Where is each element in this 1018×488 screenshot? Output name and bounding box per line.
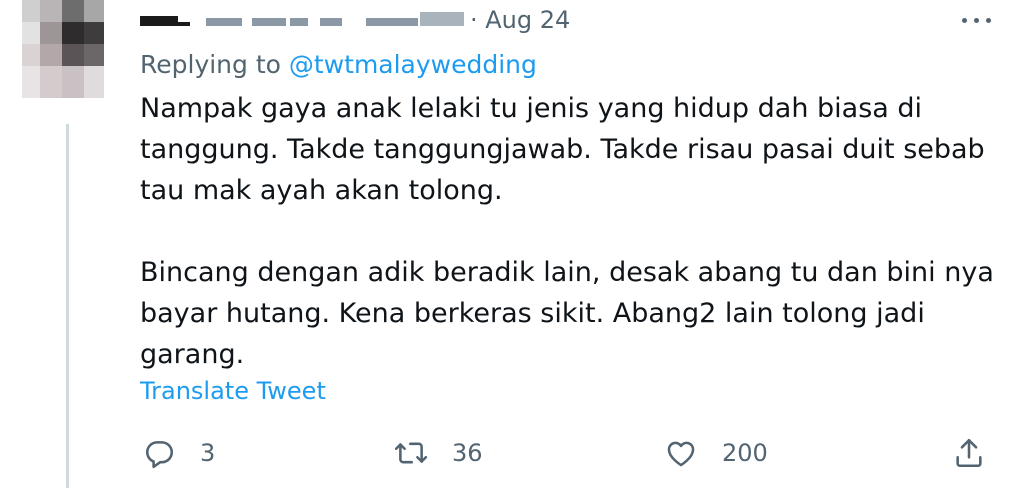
tweet-text: Nampak gaya anak lelaki tu jenis yang hi… bbox=[140, 88, 994, 375]
tweet-text-line: garang. bbox=[140, 339, 245, 370]
username-redacted[interactable] bbox=[420, 12, 464, 26]
username-redacted[interactable] bbox=[320, 18, 342, 26]
retweet-arrows-icon bbox=[394, 436, 428, 470]
tweet-text-line: Bincang dengan adik beradik lain, desak … bbox=[140, 257, 994, 288]
username-redacted[interactable] bbox=[252, 18, 286, 26]
reply-bubble-icon bbox=[142, 436, 176, 470]
username-redacted[interactable] bbox=[290, 18, 308, 26]
tweet-text-line: Nampak gaya anak lelaki tu jenis yang hi… bbox=[140, 93, 923, 124]
reply-count: 3 bbox=[200, 439, 216, 467]
thread-connector-line bbox=[66, 124, 69, 488]
tweet-text-line: bayar hutang. Kena berkeras sikit. Abang… bbox=[140, 298, 925, 329]
avatar[interactable] bbox=[22, 0, 104, 98]
tweet-action-bar: 3 36 200 bbox=[140, 430, 1000, 476]
heart-icon bbox=[664, 436, 698, 470]
tweet-text-line: tau mak ayah akan tolong. bbox=[140, 175, 503, 206]
like-count: 200 bbox=[722, 439, 768, 467]
share-upload-icon bbox=[952, 436, 986, 470]
share-button[interactable] bbox=[952, 430, 986, 476]
display-name-redacted[interactable] bbox=[140, 16, 178, 26]
retweet-button[interactable]: 36 bbox=[394, 430, 483, 476]
replying-to-handle-link[interactable]: @twtmalaywedding bbox=[289, 50, 537, 79]
reply-button[interactable]: 3 bbox=[142, 430, 215, 476]
tweet-date[interactable]: · Aug 24 bbox=[470, 6, 570, 34]
replying-to: Replying to @twtmalaywedding bbox=[140, 50, 537, 79]
like-button[interactable]: 200 bbox=[664, 430, 768, 476]
username-redacted[interactable] bbox=[206, 18, 242, 26]
retweet-count: 36 bbox=[452, 439, 483, 467]
more-horizontal-icon[interactable] bbox=[960, 10, 994, 30]
tweet-header: · Aug 24 bbox=[140, 4, 980, 38]
display-name-redacted[interactable] bbox=[178, 22, 190, 26]
translate-tweet-link[interactable]: Translate Tweet bbox=[140, 377, 326, 405]
tweet-text-line: tanggung. Takde tanggungjawab. Takde ris… bbox=[140, 134, 985, 165]
username-redacted[interactable] bbox=[366, 18, 418, 26]
replying-to-label: Replying to bbox=[140, 50, 289, 79]
